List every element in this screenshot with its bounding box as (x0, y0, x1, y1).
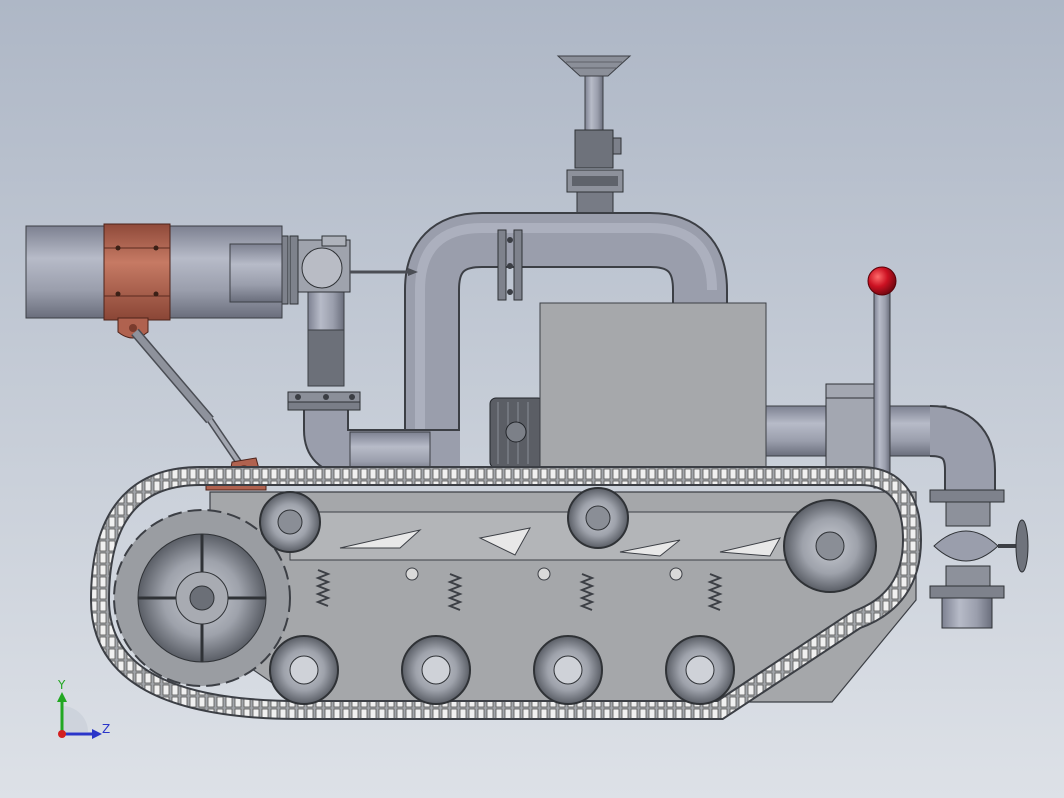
fire-robot-model[interactable] (0, 0, 1064, 798)
handwheel-icon[interactable] (1015, 519, 1029, 573)
riser-pipe[interactable] (279, 235, 418, 411)
water-cannon-barrel[interactable] (25, 223, 283, 339)
cad-viewport[interactable]: Y Z (0, 0, 1064, 798)
orientation-triad (57, 692, 102, 739)
pump-motor[interactable] (489, 397, 545, 469)
idler-wheel[interactable] (783, 499, 877, 593)
x-axis-dot (58, 730, 66, 738)
tracked-chassis[interactable] (89, 466, 923, 720)
y-axis-label: Y (58, 678, 66, 692)
lever-knob[interactable] (867, 266, 897, 296)
control-cabinet[interactable] (539, 302, 767, 476)
z-axis-label: Z (102, 722, 111, 736)
gate-valve[interactable] (929, 489, 1029, 629)
